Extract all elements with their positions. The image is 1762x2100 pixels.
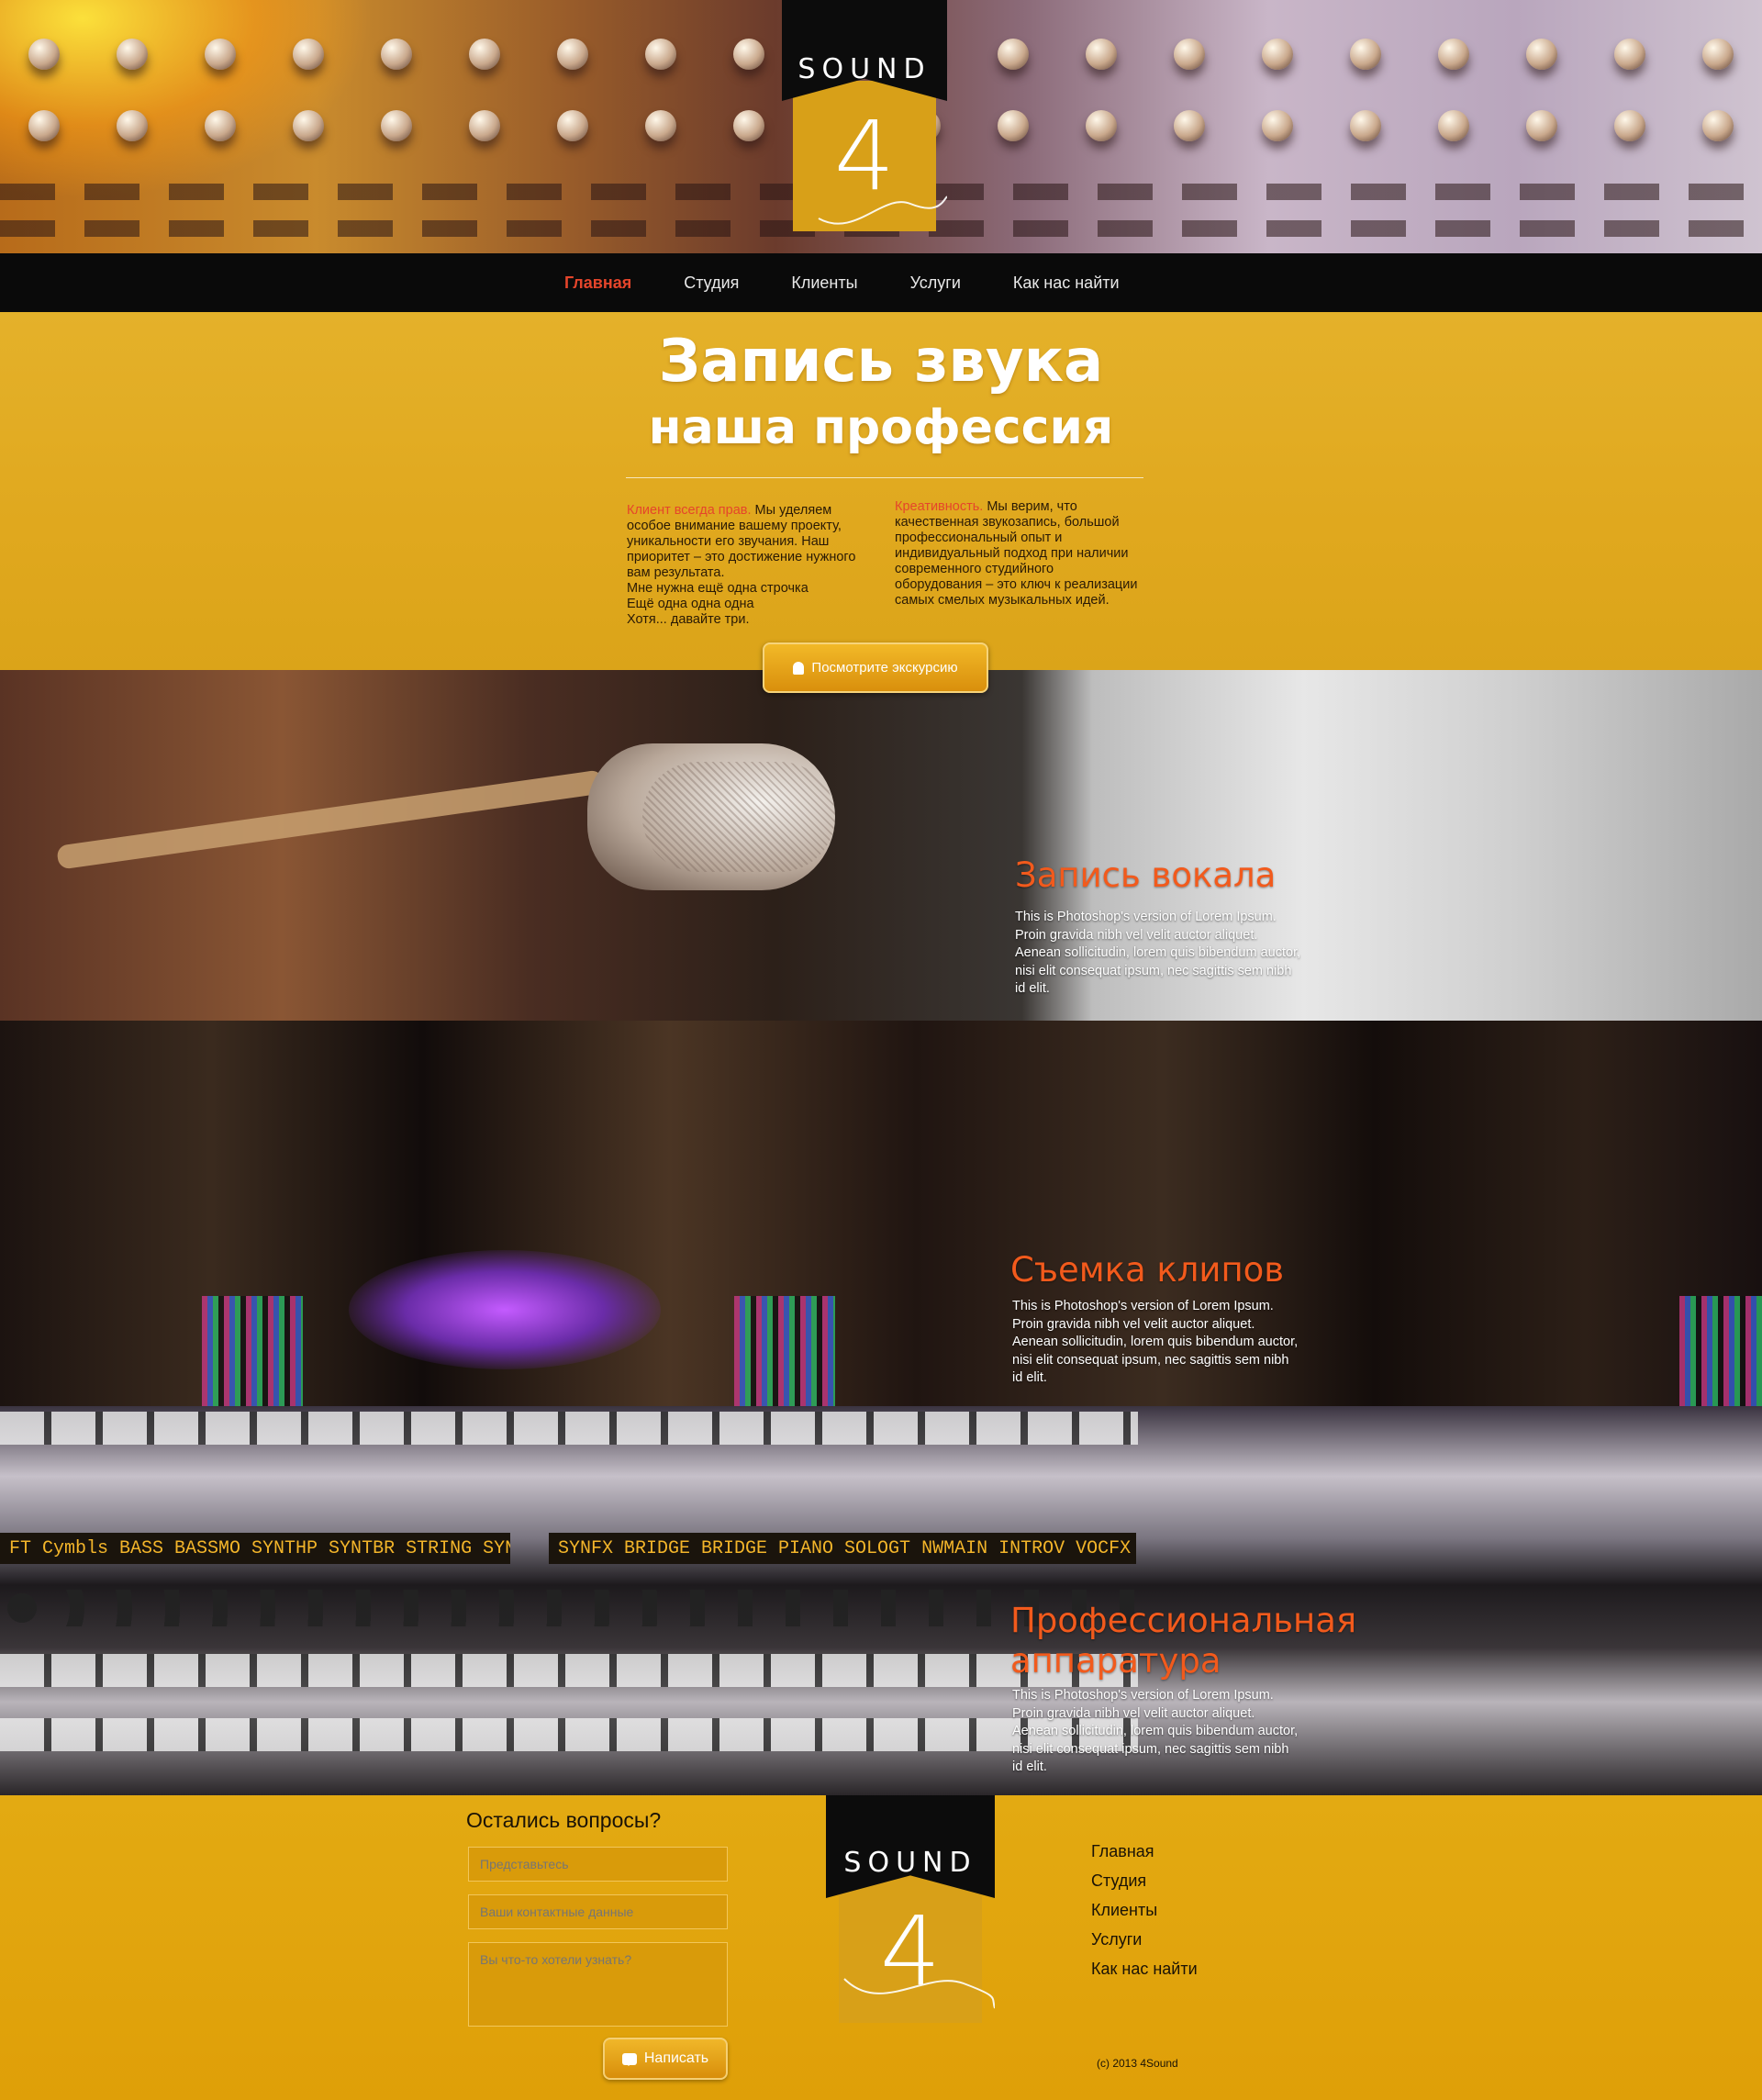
footer-link-services[interactable]: Услуги [1091,1929,1198,1949]
footer-link-clients[interactable]: Клиенты [1091,1900,1198,1920]
feature-clip-text: This is Photoshop's version of Lorem Ips… [1012,1299,1299,1385]
feature-gear-title-line2: аппаратура [1010,1641,1221,1681]
nav-item-services[interactable]: Услуги [910,274,961,293]
hero-col2-lead: Креативность. [895,499,984,514]
stage-lights [1679,1296,1762,1406]
copyright: (c) 2013 4Sound [1097,2057,1178,2070]
footer-link-home[interactable]: Главная [1091,1841,1198,1861]
feature-clip-panel: Съемка клипов This is Photoshop's versio… [0,1021,1762,1406]
console-button-strip [0,1654,1138,1687]
contact-input[interactable] [468,1894,728,1929]
hero-column-creativity: Креативность. Мы верим, что качественная… [895,499,1143,609]
feature-gear-panel: FT Cymbls BASS BASSMO SYNTHP SYNTBR STRI… [0,1406,1762,1795]
nav-item-contacts[interactable]: Как нас найти [1013,274,1120,293]
hero-col1-extra: Хотя... давайте три. [627,612,750,627]
nav-item-studio[interactable]: Студия [684,274,739,293]
hero-col1-extra: Мне нужна ещё одна строчка [627,581,809,596]
contact-form-title: Остались вопросы? [466,1808,662,1832]
feature-vocal-panel: Запись вокала This is Photoshop's versio… [0,670,1762,1021]
feature-gear-title-line1: Профессиональная [1010,1601,1357,1640]
footer-logo-wave-icon [843,1978,995,2009]
tour-button-label: Посмотрите экскурсию [811,660,958,676]
stage-lights [734,1296,835,1406]
logo-wave-icon [818,195,947,225]
message-textarea[interactable] [468,1942,728,2027]
send-button-label: Написать [643,2050,709,2066]
console-lcd-left: FT Cymbls BASS BASSMO SYNTHP SYNTBR STRI… [0,1533,510,1564]
hero-col1-extra: Ещё одна одна одна [627,597,754,611]
main-nav: Главная Студия Клиенты Услуги Как нас на… [0,253,1762,312]
stage-lights [202,1296,303,1406]
hero-col2-text: Мы верим, что качественная звукозапись, … [895,499,1138,608]
footer-link-contacts[interactable]: Как нас найти [1091,1959,1198,1979]
hero-col1-lead: Клиент всегда прав. [627,503,752,518]
tour-button[interactable]: Посмотрите экскурсию [763,642,988,693]
microphone-grille [642,762,835,872]
hero-section: Запись звука наша профессия Клиент всегд… [0,312,1762,670]
nav-item-home[interactable]: Главная [564,274,631,293]
feature-clip-title: Съемка клипов [1010,1250,1285,1290]
feature-vocal-text: This is Photoshop's version of Lorem Ips… [1015,910,1301,996]
stage-glow [349,1250,661,1369]
feature-gear-title: Профессиональная аппаратура [1010,1601,1356,1681]
mic-arm [56,769,605,870]
send-button[interactable]: Написать [603,2038,728,2080]
nav-item-clients[interactable]: Клиенты [791,274,857,293]
hero-column-client: Клиент всегда прав. Мы уделяем особое вн… [627,503,875,628]
hero-subtitle: наша профессия [648,400,1114,455]
footer: Остались вопросы? Написать SOUND 4 Главн… [0,1795,1762,2100]
console-button-strip [0,1718,1138,1751]
footer-nav: Главная Студия Клиенты Услуги Как нас на… [1091,1841,1198,1979]
chat-icon [621,2052,637,2066]
bell-icon [793,661,805,675]
console-lcd-right: SYNFX BRIDGE BRIDGE PIANO SOLOGT NWMAIN … [549,1533,1136,1564]
header-logo[interactable]: SOUND 4 [782,0,947,231]
feature-vocal-title: Запись вокала [1015,855,1277,895]
console-knobs [0,1590,1138,1626]
name-input[interactable] [468,1847,728,1882]
hero-divider [626,477,1143,478]
console-button-strip [0,1412,1138,1445]
feature-gear-text: This is Photoshop's version of Lorem Ips… [1012,1688,1299,1774]
footer-link-studio[interactable]: Студия [1091,1871,1198,1891]
footer-logo[interactable]: SOUND 4 [826,1795,995,2023]
hero-title: Запись звука [658,328,1104,396]
